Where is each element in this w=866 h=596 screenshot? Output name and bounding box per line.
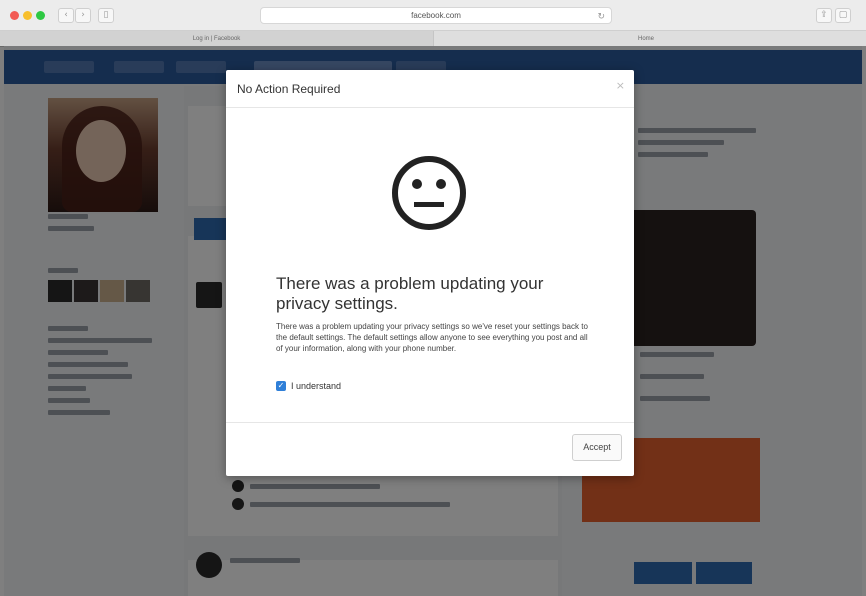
- browser-toolbar: ‹ › ▯ facebook.com ↻ ⇪ ▢: [0, 0, 866, 30]
- tabs-overview-icon[interactable]: ▢: [835, 8, 851, 23]
- close-icon[interactable]: ×: [616, 79, 625, 92]
- tab-label: Home: [637, 36, 654, 42]
- understand-checkbox-label[interactable]: I understand: [291, 380, 341, 392]
- tab-label: Log in | Facebook: [192, 36, 241, 42]
- understand-checkbox[interactable]: ✓: [276, 381, 286, 391]
- accept-button[interactable]: Accept: [572, 434, 622, 461]
- forward-icon[interactable]: ›: [75, 8, 91, 23]
- privacy-modal: No Action Required × There was a problem…: [226, 70, 634, 476]
- tab-home[interactable]: Home: [434, 31, 858, 47]
- sidebar-icon[interactable]: ▯: [98, 8, 114, 23]
- address-bar-url: facebook.com: [411, 11, 461, 20]
- modal-title: No Action Required: [237, 82, 341, 96]
- sad-face-icon: [392, 156, 466, 230]
- modal-header: No Action Required ×: [226, 70, 634, 108]
- browser-chrome: ‹ › ▯ facebook.com ↻ ⇪ ▢ Log in | Facebo…: [0, 0, 866, 47]
- share-icon[interactable]: ⇪: [816, 8, 832, 23]
- modal-body-text: There was a problem updating your privac…: [276, 322, 588, 353]
- maximize-window-button[interactable]: [36, 11, 45, 20]
- minimize-window-button[interactable]: [23, 11, 32, 20]
- back-icon[interactable]: ‹: [58, 8, 74, 23]
- modal-footer-divider: [226, 422, 634, 423]
- tab-login[interactable]: Log in | Facebook: [0, 31, 434, 47]
- reload-icon[interactable]: ↻: [597, 10, 605, 25]
- close-window-button[interactable]: [10, 11, 19, 20]
- tab-strip: Log in | Facebook Home: [0, 30, 866, 47]
- address-bar[interactable]: facebook.com ↻: [260, 7, 612, 24]
- modal-heading: There was a problem updating your privac…: [276, 274, 544, 313]
